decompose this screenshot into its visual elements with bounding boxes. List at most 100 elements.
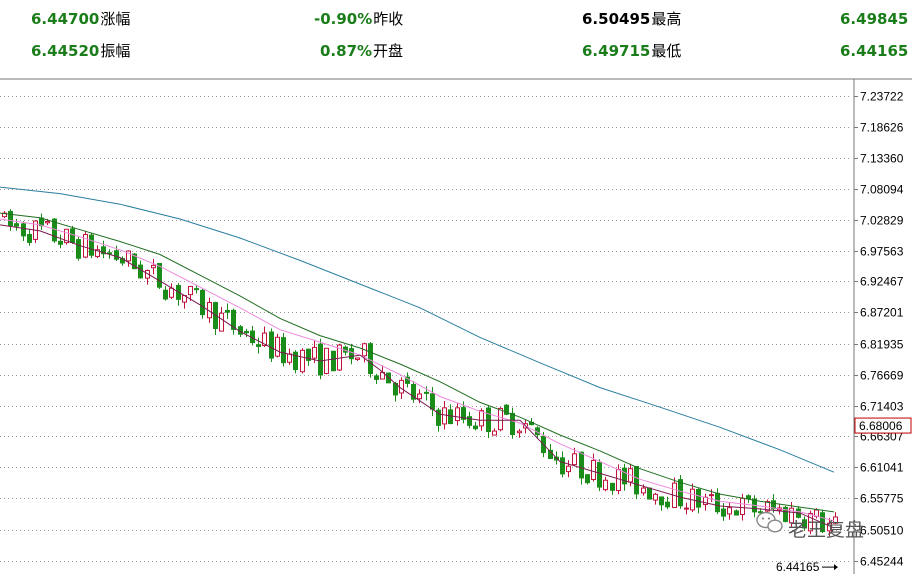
candle-body — [442, 407, 447, 425]
quote-label: 昨收 — [373, 10, 404, 28]
y-tick-label: 6.97563 — [860, 245, 904, 259]
candle-body — [641, 487, 646, 494]
candle-body — [256, 344, 261, 347]
candle-body — [200, 289, 205, 316]
quote-cell: 6.50495最高 — [582, 9, 681, 29]
y-tick-label: 6.87201 — [860, 306, 904, 320]
candle-body — [349, 348, 354, 360]
candle-body — [597, 462, 602, 488]
candle-body — [331, 350, 336, 372]
y-tick-label: 6.76669 — [860, 369, 904, 383]
candle-body — [721, 508, 726, 517]
grid-layer — [0, 96, 852, 562]
candle-body — [616, 469, 621, 492]
candle-body — [566, 465, 571, 473]
candle-body — [510, 412, 515, 435]
y-tick-label: 6.50510 — [860, 524, 904, 538]
candle-body — [473, 425, 478, 430]
quote-cell: -0.90%昨收 — [314, 9, 403, 29]
candle-body — [89, 234, 94, 256]
candle-body — [287, 353, 292, 363]
ma-line-ma10 — [0, 218, 835, 522]
ma-line-ma60 — [0, 186, 835, 473]
candle-body — [300, 349, 305, 373]
quote-label: 最高 — [651, 10, 682, 28]
quote-cell: 0.87%开盘 — [320, 41, 403, 61]
quote-cell: 6.44165 — [840, 41, 908, 61]
candle-body — [678, 479, 683, 507]
candle-body — [579, 451, 584, 479]
y-tick-label: 7.23722 — [860, 90, 904, 104]
candle-body — [151, 264, 156, 269]
candle-body — [219, 312, 224, 332]
candle-body — [665, 501, 670, 508]
quote-value: 6.44700 — [31, 10, 100, 28]
quote-cell: 6.44700涨幅 — [31, 9, 130, 29]
candle-body — [696, 489, 701, 508]
candle-body — [188, 285, 193, 296]
low-marker-arrowhead — [834, 564, 838, 571]
candle-body — [399, 379, 404, 394]
candle-body — [517, 430, 522, 434]
candle-body — [727, 507, 732, 515]
candle-body — [138, 264, 143, 279]
quote-value: 6.49845 — [840, 10, 909, 28]
candle-body — [610, 482, 615, 491]
price-axis: 7.23722 7.18626 7.13360 7.08094 7.02829 6.975… — [854, 90, 904, 569]
quote-value: 6.44165 — [840, 42, 909, 60]
candle-body — [430, 393, 435, 410]
candle-body — [324, 347, 329, 374]
y-tick-label: 6.45244 — [860, 555, 904, 569]
candle-body — [498, 407, 503, 431]
candle-body — [715, 492, 720, 513]
candle-body — [225, 310, 230, 313]
quote-cell: 6.49845 — [840, 9, 908, 29]
candle-body — [281, 337, 286, 364]
candle-body — [603, 479, 608, 491]
candle-body — [746, 495, 751, 500]
y-tick-label: 6.92467 — [860, 275, 904, 289]
candle-body — [312, 346, 317, 359]
y-tick-label: 7.13360 — [860, 152, 904, 166]
candle-body — [492, 430, 497, 436]
candle-body — [572, 453, 577, 466]
candle-body — [194, 288, 199, 291]
quote-label: 开盘 — [373, 42, 404, 60]
quote-value: -0.90% — [314, 10, 373, 28]
watermark-text: 老王复盘 — [788, 519, 864, 541]
moving-averages — [0, 186, 835, 529]
y-tick-label: 7.18626 — [860, 121, 904, 135]
candle-body — [169, 287, 174, 298]
y-tick-label: 6.61041 — [860, 461, 904, 475]
candle-body — [740, 497, 745, 516]
candle-body — [479, 410, 484, 427]
current-price-label: 6.68006 — [859, 419, 903, 433]
candle-body — [709, 494, 714, 497]
quote-value: 6.44520 — [31, 42, 100, 60]
candle-body — [647, 487, 652, 500]
quote-cell: 6.49715最低 — [582, 41, 681, 61]
candle-body — [585, 474, 590, 484]
candle-body — [76, 239, 81, 259]
candle-body — [14, 223, 19, 227]
candle-body — [244, 330, 249, 334]
candle-body — [591, 459, 596, 481]
low-marker-label: 6.44165 — [776, 560, 820, 574]
candle-body — [424, 391, 429, 394]
candle-body — [734, 510, 739, 516]
candle-body — [21, 223, 26, 237]
candle-body — [58, 240, 63, 245]
candle-body — [45, 221, 50, 224]
candle-body — [163, 289, 168, 300]
candle-body — [70, 228, 75, 244]
candle-body — [448, 409, 453, 425]
ma-line-ma5 — [0, 224, 835, 529]
candle-body — [355, 357, 360, 360]
y-tick-label: 7.08094 — [860, 183, 904, 197]
candle-body — [114, 250, 119, 260]
quote-value: 6.50495 — [582, 10, 651, 28]
candle-body — [684, 507, 689, 510]
candle-body — [417, 393, 422, 400]
y-tick-label: 6.71403 — [860, 400, 904, 414]
candle-body — [634, 466, 639, 495]
